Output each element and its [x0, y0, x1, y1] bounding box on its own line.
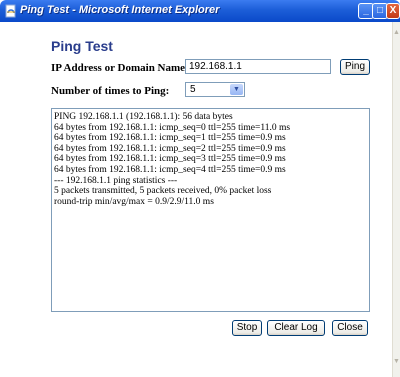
ping-count-label: Number of times to Ping: — [51, 85, 170, 97]
ie-page-icon — [5, 4, 16, 18]
ip-address-input[interactable] — [185, 59, 331, 74]
log-line: 5 packets transmitted, 5 packets receive… — [54, 186, 272, 197]
maximize-icon: □ — [376, 5, 384, 16]
title-bar[interactable]: Ping Test - Microsoft Internet Explorer … — [0, 0, 400, 22]
chevron-down-icon[interactable]: ▼ — [230, 84, 243, 95]
close-button[interactable]: Close — [332, 320, 368, 336]
ping-button[interactable]: Ping — [340, 59, 370, 75]
ping-count-value: 5 — [190, 84, 196, 95]
ping-count-select[interactable]: 5 ▼ — [185, 82, 245, 97]
ping-test-window: Ping Test - Microsoft Internet Explorer … — [0, 0, 400, 377]
scroll-up-arrow-icon[interactable]: ▲ — [393, 28, 400, 38]
ping-log-output[interactable]: PING 192.168.1.1 (192.168.1.1): 56 data … — [51, 108, 370, 312]
stop-button[interactable]: Stop — [232, 320, 262, 336]
log-line: PING 192.168.1.1 (192.168.1.1): 56 data … — [54, 112, 233, 122]
log-line: 64 bytes from 192.168.1.1: icmp_seq=4 tt… — [54, 164, 286, 175]
log-line: round-trip min/avg/max = 0.9/2.9/11.0 ms — [54, 196, 214, 207]
ip-address-label: IP Address or Domain Name: — [51, 62, 189, 74]
vertical-scrollbar[interactable]: ▲ ▼ — [392, 22, 400, 377]
log-line: 64 bytes from 192.168.1.1: icmp_seq=3 tt… — [54, 154, 286, 165]
clear-log-button[interactable]: Clear Log — [267, 320, 325, 336]
scroll-down-arrow-icon[interactable]: ▼ — [393, 357, 400, 367]
log-line: --- 192.168.1.1 ping statistics --- — [54, 175, 178, 186]
log-line: 64 bytes from 192.168.1.1: icmp_seq=0 tt… — [54, 122, 291, 133]
log-line: 64 bytes from 192.168.1.1: icmp_seq=1 tt… — [54, 133, 286, 144]
page-title: Ping Test — [51, 38, 113, 54]
window-title: Ping Test - Microsoft Internet Explorer — [20, 4, 220, 16]
minimize-icon: _ — [363, 5, 369, 16]
close-window-button[interactable]: X — [386, 3, 400, 19]
log-line: 64 bytes from 192.168.1.1: icmp_seq=2 tt… — [54, 143, 286, 154]
close-icon: X — [389, 5, 397, 16]
